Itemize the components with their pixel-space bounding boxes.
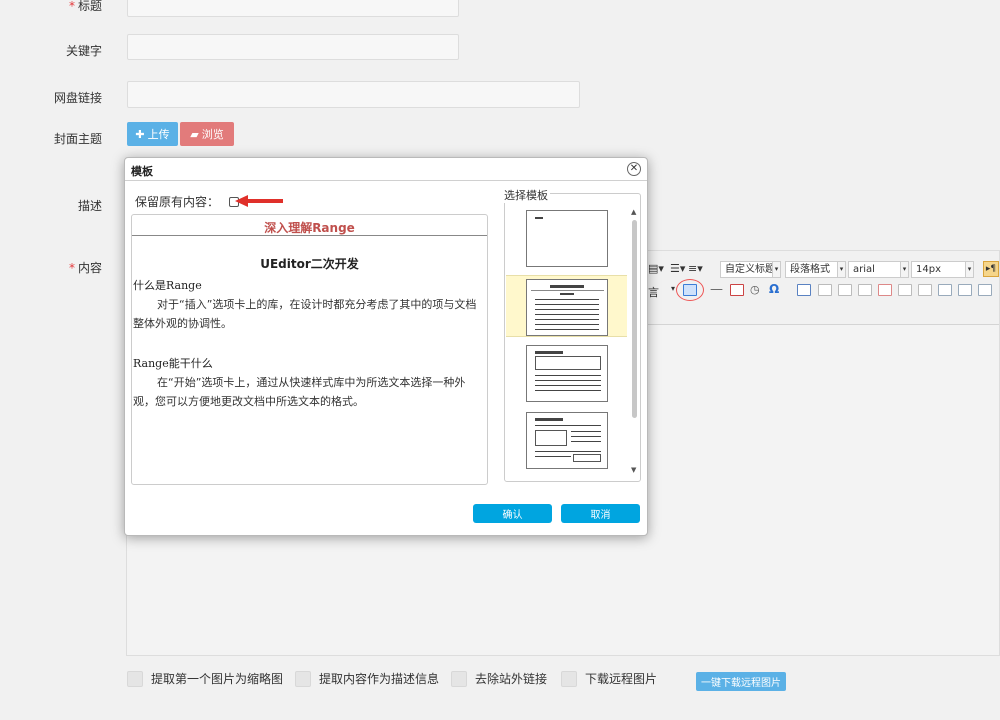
- preview-section-title: Range能干什么: [133, 357, 213, 370]
- clock-icon[interactable]: ◷: [750, 283, 760, 296]
- merge-cells-icon[interactable]: [858, 284, 872, 296]
- keywords-input[interactable]: [127, 34, 459, 60]
- preview-paragraph: 在“开始”选项卡上，通过从快速样式库中为所选文本选择一种外观，您可以方便地更改文…: [133, 376, 466, 408]
- paragraph-spacing-icon[interactable]: ▤▾: [648, 262, 664, 275]
- confirm-button[interactable]: 确认: [473, 504, 552, 523]
- checkbox[interactable]: [295, 670, 311, 687]
- option-remove-links[interactable]: 去除站外链接: [451, 670, 547, 687]
- delete-col-icon[interactable]: [898, 284, 912, 296]
- chevron-down-icon: ▾: [965, 262, 973, 277]
- plus-icon: ✚: [135, 127, 145, 141]
- template-thumb[interactable]: [506, 207, 627, 269]
- folder-icon: ▰: [190, 127, 199, 141]
- scroll-up-icon[interactable]: ▲: [631, 208, 636, 216]
- paragraph-format-select[interactable]: 段落格式 ▾: [785, 261, 846, 278]
- option-download-remote[interactable]: 下载远程图片: [561, 670, 657, 687]
- select-template-label: 选择模板: [504, 187, 550, 203]
- cancel-button[interactable]: 取消: [561, 504, 640, 523]
- content-label: * 内容: [68, 261, 102, 275]
- title-input[interactable]: [127, 0, 459, 17]
- divider: [132, 235, 487, 236]
- calendar-icon[interactable]: [730, 284, 744, 296]
- custom-title-select[interactable]: 自定义标题 ▾: [720, 261, 781, 278]
- preview-section-title: 什么是Range: [133, 279, 202, 292]
- template-preview: 深入理解Range UEditor二次开发 什么是Range 对于“插入”选项卡…: [131, 214, 488, 485]
- language-select[interactable]: 言: [648, 284, 659, 300]
- split-cells-icon[interactable]: [918, 284, 932, 296]
- upload-button[interactable]: ✚ 上传: [127, 122, 178, 146]
- keywords-label: 关键字: [65, 44, 102, 58]
- font-family-select[interactable]: arial ▾: [848, 261, 909, 278]
- browse-button[interactable]: ▰ 浏览: [180, 122, 234, 146]
- chevron-down-icon: ▾: [837, 262, 845, 277]
- remote-download-button[interactable]: 一键下载远程图片: [696, 672, 786, 691]
- scroll-down-icon[interactable]: ▼: [631, 466, 636, 474]
- checkbox[interactable]: [127, 670, 143, 687]
- scrollbar[interactable]: ▲ ▼: [630, 208, 639, 476]
- scroll-thumb[interactable]: [632, 220, 637, 418]
- special-char-icon[interactable]: Ω: [769, 282, 779, 296]
- chevron-down-icon: ▾: [772, 262, 780, 277]
- red-arrow-icon: [235, 195, 283, 207]
- checkbox[interactable]: [561, 670, 577, 687]
- horizontal-rule-icon[interactable]: —: [710, 282, 723, 297]
- dialog-header: 模板 ✕: [125, 158, 647, 181]
- template-select-box: ▲ ▼: [504, 193, 641, 482]
- checkbox[interactable]: [451, 670, 467, 687]
- preview-title: 深入理解Range: [264, 221, 355, 235]
- chevron-down-icon[interactable]: ▾: [671, 284, 675, 293]
- keep-content-row: 保留原有内容：: [135, 193, 240, 210]
- direction-ltr-icon[interactable]: ▸¶: [983, 261, 999, 277]
- cell-props-icon[interactable]: [958, 284, 972, 296]
- table-sort-icon[interactable]: [978, 284, 992, 296]
- netdisk-label: 网盘链接: [53, 91, 102, 105]
- table-icon[interactable]: [797, 284, 811, 296]
- font-size-select[interactable]: 14px ▾: [911, 261, 974, 278]
- netdisk-input[interactable]: [127, 81, 580, 108]
- template-list: [506, 204, 627, 480]
- line-height-icon[interactable]: ☰▾: [670, 262, 685, 275]
- option-extract-desc[interactable]: 提取内容作为描述信息: [295, 670, 439, 687]
- delete-row-icon[interactable]: [878, 284, 892, 296]
- chevron-down-icon: ▾: [900, 262, 908, 277]
- template-thumb[interactable]: [506, 409, 627, 471]
- close-icon[interactable]: ✕: [627, 162, 641, 176]
- template-icon[interactable]: [683, 284, 697, 296]
- template-thumb-selected[interactable]: [506, 275, 627, 337]
- insert-row-icon[interactable]: [818, 284, 832, 296]
- dialog-title: 模板: [131, 165, 153, 178]
- keep-content-label: 保留原有内容：: [135, 195, 220, 209]
- preview-heading: UEditor二次开发: [260, 257, 359, 271]
- desc-label: 描述: [77, 199, 102, 213]
- option-thumbnail[interactable]: 提取第一个图片为缩略图: [127, 670, 283, 687]
- template-thumb[interactable]: [506, 342, 627, 404]
- preview-paragraph: 对于“插入”选项卡上的库，在设计时都充分考虑了其中的项与文档整体外观的协调性。: [133, 298, 477, 330]
- title-label: * 标题: [68, 0, 102, 13]
- table-props-icon[interactable]: [938, 284, 952, 296]
- template-dialog: 模板 ✕ 保留原有内容： 深入理解Range UEditor二次开发 什么是Ra…: [124, 157, 648, 536]
- cover-label: 封面主题: [53, 132, 102, 146]
- row-spacing-icon[interactable]: ≡▾: [688, 262, 703, 275]
- insert-col-icon[interactable]: [838, 284, 852, 296]
